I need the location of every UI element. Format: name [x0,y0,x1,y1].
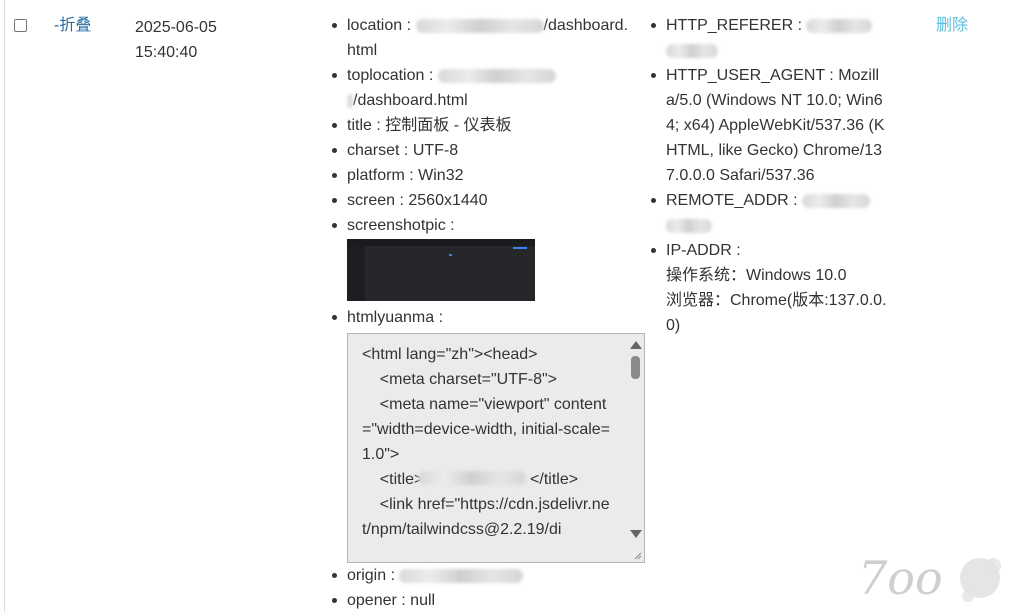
timestamp-date: 2025-06-05 [135,19,217,36]
screenshot-thumbnail[interactable] [347,239,535,301]
redacted-location [415,18,544,33]
client-info-list: location : /dashboard.html toplocation :… [330,13,645,613]
server-info-list: HTTP_REFERER : HTTP_USER_AGENT : Mozilla… [649,13,889,338]
redacted-toplocation [437,68,556,83]
browser-line: 浏览器：Chrome(版本:137.0.0.0) [666,292,887,334]
opener-item: opener : null [330,588,630,613]
delete-button[interactable]: 删除 [936,15,968,37]
title-item: title : 控制面板 - 仪表板 [330,113,630,138]
remote-addr-item: REMOTE_ADDR : [649,188,889,238]
html-source-text: <html lang="zh"><head> <meta charset="UT… [362,346,611,538]
htmlyuanma-item: htmlyuanma : <html lang="zh"><head> <met… [330,305,645,563]
timestamp-time: 15:40:40 [135,44,198,61]
row-select-checkbox[interactable] [14,19,27,32]
platform-item: platform : Win32 [330,163,630,188]
table-border [4,0,5,612]
log-entry-row: -折叠 2025-06-05 15:40:40 location : /dash… [0,0,1015,612]
http-referer-item: HTTP_REFERER : [649,13,889,63]
triangle-down-icon[interactable] [630,530,642,538]
toplocation-item: toplocation : /dashboard.html [330,63,630,113]
html-source-textarea[interactable]: <html lang="zh"><head> <meta charset="UT… [347,333,645,563]
screenshotpic-item: screenshotpic : [330,213,630,301]
location-item: location : /dashboard.html [330,13,630,63]
http-user-agent-item: HTTP_USER_AGENT : Mozilla/5.0 (Windows N… [649,63,889,188]
watermark-logo: 7oo [858,551,1001,605]
ip-addr-item: IP-ADDR : 操作系统：Windows 10.0 浏览器：Chrome(版… [649,238,889,338]
redacted-origin [399,568,524,583]
resize-grip-icon[interactable] [632,550,642,560]
origin-item: origin : [330,563,630,588]
redacted-title [418,471,526,485]
code-scrollbar[interactable] [627,334,644,562]
redacted-remote-addr [802,193,871,208]
timestamp-cell: 2025-06-05 15:40:40 [135,15,245,65]
scrollbar-thumb[interactable] [631,356,640,379]
watermark-text: 7oo [858,551,943,605]
fold-toggle-link[interactable]: -折叠 [54,15,91,37]
charset-item: charset : UTF-8 [330,138,630,163]
redacted-referer [806,18,873,33]
triangle-up-icon[interactable] [630,341,642,349]
os-line: 操作系统：Windows 10.0 [666,267,847,284]
screen-item: screen : 2560x1440 [330,188,630,213]
